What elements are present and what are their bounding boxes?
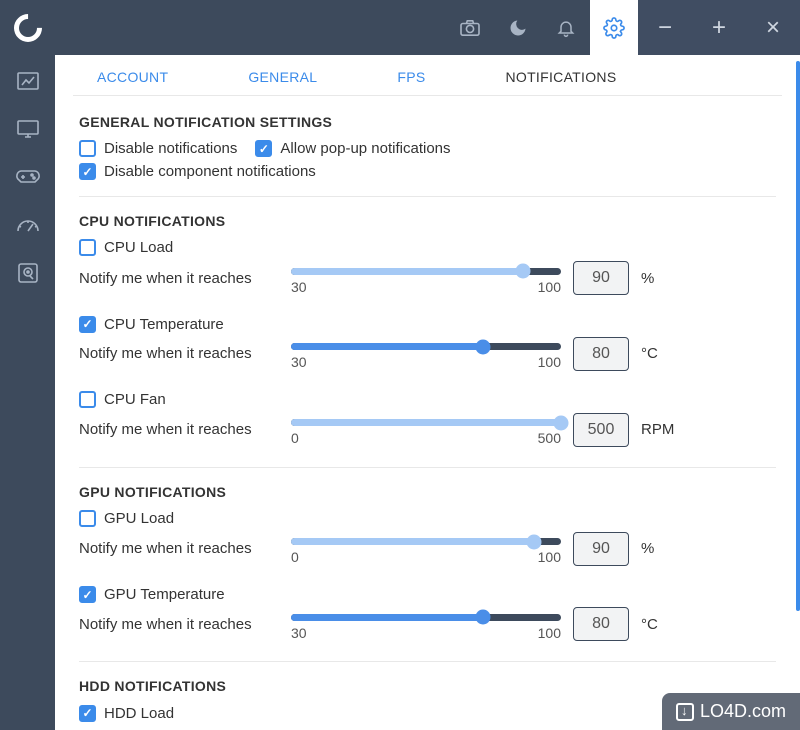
threshold-slider[interactable]: 30 100	[291, 337, 561, 370]
check-gpu load[interactable]: GPU Load	[79, 510, 174, 527]
tab-notifications[interactable]: NOTIFICATIONS	[505, 69, 616, 85]
setting-row: Notify me when it reaches 30 100 80 °C	[79, 607, 776, 641]
gauge-icon[interactable]	[13, 213, 43, 237]
slider-min: 30	[291, 354, 307, 370]
checkbox-icon	[79, 316, 96, 333]
settings-tabs: ACCOUNT GENERAL FPS NOTIFICATIONS	[73, 55, 782, 96]
slider-max: 100	[538, 354, 561, 370]
check-disable-component[interactable]: Disable component notifications	[79, 163, 776, 180]
check-disable-notifications[interactable]: Disable notifications	[79, 140, 237, 157]
notify-label: Notify me when it reaches	[79, 345, 279, 362]
bell-icon[interactable]	[542, 0, 590, 55]
minimize-button[interactable]: −	[638, 0, 692, 55]
unit-label: %	[641, 270, 654, 287]
settings-icon[interactable]	[590, 0, 638, 55]
app-logo	[0, 0, 55, 55]
titlebar: − + ×	[0, 0, 800, 55]
checkbox-icon	[255, 140, 272, 157]
checkbox-icon	[79, 705, 96, 722]
monitor-icon[interactable]	[13, 117, 43, 141]
threshold-slider[interactable]: 30 100	[291, 262, 561, 295]
checkbox-icon	[79, 163, 96, 180]
check-hdd-load[interactable]: HDD Load	[79, 705, 174, 722]
unit-label: %	[641, 540, 654, 557]
checkbox-icon	[79, 239, 96, 256]
tab-account[interactable]: ACCOUNT	[97, 69, 168, 85]
checkbox-icon	[79, 140, 96, 157]
slider-min: 0	[291, 430, 299, 446]
close-button[interactable]: ×	[746, 0, 800, 55]
slider-min: 30	[291, 279, 307, 295]
check-cpu temperature[interactable]: CPU Temperature	[79, 316, 224, 333]
notify-label: Notify me when it reaches	[79, 616, 279, 633]
notify-label: Notify me when it reaches	[79, 270, 279, 287]
camera-icon[interactable]	[446, 0, 494, 55]
checkbox-icon	[79, 586, 96, 603]
slider-min: 0	[291, 549, 299, 565]
threshold-value-input[interactable]: 90	[573, 532, 629, 566]
gamepad-icon[interactable]	[13, 165, 43, 189]
section-heading-cpu: CPU NOTIFICATIONS	[79, 213, 776, 229]
notify-label: Notify me when it reaches	[79, 421, 279, 438]
section-heading-gpu: GPU NOTIFICATIONS	[79, 484, 776, 500]
threshold-value-input[interactable]: 500	[573, 413, 629, 447]
checkbox-icon	[79, 510, 96, 527]
sidebar	[0, 55, 55, 730]
checkbox-icon	[79, 391, 96, 408]
tab-fps[interactable]: FPS	[397, 69, 425, 85]
threshold-slider[interactable]: 30 100	[291, 608, 561, 641]
unit-label: °C	[641, 616, 658, 633]
scrollbar[interactable]	[796, 61, 800, 611]
slider-max: 500	[538, 430, 561, 446]
threshold-value-input[interactable]: 90	[573, 261, 629, 295]
download-icon	[676, 703, 694, 721]
threshold-slider[interactable]: 0 100	[291, 532, 561, 565]
check-gpu temperature[interactable]: GPU Temperature	[79, 586, 225, 603]
disk-icon[interactable]	[13, 261, 43, 285]
divider	[79, 196, 776, 197]
check-cpu fan[interactable]: CPU Fan	[79, 391, 166, 408]
threshold-value-input[interactable]: 80	[573, 607, 629, 641]
slider-min: 30	[291, 625, 307, 641]
maximize-button[interactable]: +	[692, 0, 746, 55]
setting-row: Notify me when it reaches 0 100 90 %	[79, 532, 776, 566]
section-heading-general: GENERAL NOTIFICATION SETTINGS	[79, 114, 776, 130]
unit-label: °C	[641, 345, 658, 362]
slider-max: 100	[538, 625, 561, 641]
slider-max: 100	[538, 279, 561, 295]
divider	[79, 467, 776, 468]
setting-row: Notify me when it reaches 30 100 80 °C	[79, 337, 776, 371]
slider-max: 100	[538, 549, 561, 565]
setting-row: Notify me when it reaches 0 500 500 RPM	[79, 413, 776, 447]
setting-row: Notify me when it reaches 30 100 90 %	[79, 261, 776, 295]
threshold-value-input[interactable]: 80	[573, 337, 629, 371]
check-allow-popup[interactable]: Allow pop-up notifications	[255, 140, 450, 157]
threshold-slider[interactable]: 0 500	[291, 413, 561, 446]
divider	[79, 661, 776, 662]
main-content: ACCOUNT GENERAL FPS NOTIFICATIONS GENERA…	[55, 55, 800, 730]
section-heading-hdd: HDD NOTIFICATIONS	[79, 678, 776, 694]
unit-label: RPM	[641, 421, 674, 438]
check-cpu load[interactable]: CPU Load	[79, 239, 173, 256]
notify-label: Notify me when it reaches	[79, 540, 279, 557]
moon-icon[interactable]	[494, 0, 542, 55]
watermark: LO4D.com	[662, 693, 800, 730]
tab-general[interactable]: GENERAL	[248, 69, 317, 85]
dashboard-icon[interactable]	[13, 69, 43, 93]
